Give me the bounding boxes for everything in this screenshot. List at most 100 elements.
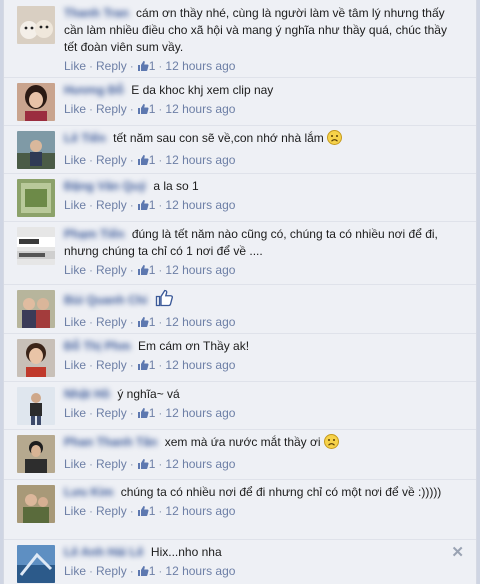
thumbs-up-icon [137,407,149,424]
sad-face-icon [327,130,343,150]
commenter-name[interactable]: Bùi Quanh Chi [64,292,147,309]
like-link[interactable]: Like [64,263,86,277]
like-count[interactable]: 1 [149,198,156,212]
commenter-name[interactable]: Hương Đỗ [64,82,124,99]
comment-item: Lưu Kim chúng ta có nhiều nơi để đi nhưn… [4,479,476,540]
timestamp[interactable]: 12 hours ago [165,406,235,420]
like-link[interactable]: Like [64,102,86,116]
like-count[interactable]: 1 [149,263,156,277]
reply-link[interactable]: Reply [96,315,127,329]
timestamp[interactable]: 12 hours ago [165,263,235,277]
thumbs-up-icon [137,199,149,216]
like-count[interactable]: 1 [149,406,156,420]
commenter-name[interactable]: Phan Thanh Tân [64,434,157,451]
sad-face-icon [323,434,339,454]
avatar[interactable] [17,179,55,217]
comment-text: E da khoc khj xem clip nay [131,83,274,97]
avatar[interactable] [17,435,55,473]
avatar[interactable] [17,485,55,523]
like-link[interactable]: Like [64,564,86,578]
comment-text: xem mà ứa nước mắt thầy ơi [164,435,321,449]
reply-link[interactable]: Reply [96,564,127,578]
like-link[interactable]: Like [64,153,86,167]
avatar[interactable] [17,227,55,265]
timestamp[interactable]: 12 hours ago [165,198,235,212]
like-link[interactable]: Like [64,59,86,73]
comments-panel: Thanh Tran cám ơn thầy nhé, cùng là ngườ… [3,0,477,584]
thumbs-up-icon [137,154,149,171]
commenter-name[interactable]: Phạm Tiến [64,226,124,243]
comment-item: Nhật Hồ ý nghĩa~ vá Like · Reply · 1 · 12 hour… [4,381,476,430]
comment-text: chúng ta có nhiều nơi để đi nhưng chỉ có… [120,485,442,499]
comment-item: Lê Anh Hải Lê Hix...nho nha Like · Reply · 1… [4,539,476,584]
avatar[interactable] [17,545,55,583]
comment-item: Phạm Tiến đúng là tết năm nào cũng có, c… [4,221,476,285]
thumbs-up-icon [137,565,149,582]
commenter-name[interactable]: Đỗ Thị Phm [64,338,131,355]
like-link[interactable]: Like [64,504,86,518]
avatar[interactable] [17,131,55,169]
avatar[interactable] [17,290,55,328]
avatar[interactable] [17,387,55,425]
avatar[interactable] [17,6,55,44]
reply-link[interactable]: Reply [96,358,127,372]
thumbs-up-icon [137,505,149,522]
commenter-name[interactable]: Lê Tiến [64,130,106,147]
reply-link[interactable]: Reply [96,457,127,471]
reply-link[interactable]: Reply [96,102,127,116]
like-link[interactable]: Like [64,358,86,372]
comment-text: Hix...nho nha [150,545,222,559]
thumbs-up-icon [137,316,149,333]
thumbs-up-icon [137,359,149,376]
like-link[interactable]: Like [64,198,86,212]
comment-item: Phan Thanh Tân xem mà ứa nước mắt thầy ơ… [4,429,476,480]
commenter-name[interactable]: Nhật Hồ [64,386,110,403]
like-count[interactable]: 1 [149,564,156,578]
timestamp[interactable]: 12 hours ago [165,504,235,518]
like-count[interactable]: 1 [149,153,156,167]
thumbs-up-emoji-icon [155,289,173,312]
reply-link[interactable]: Reply [96,406,127,420]
reply-link[interactable]: Reply [96,198,127,212]
timestamp[interactable]: 12 hours ago [165,102,235,116]
comment-item: Đỗ Thị Phm Em cám ơn Thầy ak! Like · Reply… [4,333,476,382]
comment-item: Hương Đỗ E da khoc khj xem clip nay Like… [4,77,476,126]
commenter-name[interactable]: Lưu Kim [64,484,113,501]
comment-item: Đặng Văn Quý a la so 1 Like · Reply · 1 · 12 h… [4,173,476,222]
comment-text: ý nghĩa~ vá [117,387,180,401]
like-count[interactable]: 1 [149,457,156,471]
avatar[interactable] [17,339,55,377]
like-count[interactable]: 1 [149,315,156,329]
timestamp[interactable]: 12 hours ago [165,153,235,167]
reply-link[interactable]: Reply [96,504,127,518]
avatar[interactable] [17,83,55,121]
comment-text: tết năm sau con sẽ về,con nhớ nhà lắm [113,131,324,145]
thumbs-up-icon [137,60,149,77]
like-link[interactable]: Like [64,315,86,329]
like-count[interactable]: 1 [149,59,156,73]
like-link[interactable]: Like [64,457,86,471]
like-link[interactable]: Like [64,406,86,420]
comment-text: Em cám ơn Thầy ak! [138,339,250,353]
reply-link[interactable]: Reply [96,59,127,73]
reply-link[interactable]: Reply [96,153,127,167]
like-count[interactable]: 1 [149,102,156,116]
thumbs-up-icon [137,264,149,281]
like-count[interactable]: 1 [149,358,156,372]
timestamp[interactable]: 12 hours ago [165,564,235,578]
timestamp[interactable]: 12 hours ago [165,457,235,471]
commenter-name[interactable]: Lê Anh Hải Lê [64,544,144,561]
timestamp[interactable]: 12 hours ago [165,59,235,73]
reply-link[interactable]: Reply [96,263,127,277]
like-count[interactable]: 1 [149,504,156,518]
timestamp[interactable]: 12 hours ago [165,315,235,329]
timestamp[interactable]: 12 hours ago [165,358,235,372]
thumbs-up-icon [137,103,149,120]
comment-item: Lê Tiến tết năm sau con sẽ về,con nhớ nh… [4,125,476,174]
commenter-name[interactable]: Thanh Tran [64,5,129,22]
comment-item: Bùi Quanh Chi Like · Reply · 1 · 12 hours ago [4,284,476,334]
comment-text: a la so 1 [153,179,199,193]
commenter-name[interactable]: Đặng Văn Quý [64,178,146,195]
comment-item: Thanh Tran cám ơn thầy nhé, cùng là ngườ… [4,0,476,78]
close-icon[interactable]: ✕ [451,543,464,561]
